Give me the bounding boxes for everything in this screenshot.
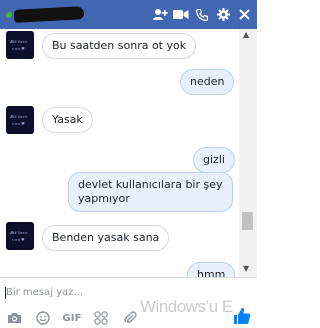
attachment-icon[interactable] [121,310,139,326]
emoji-icon[interactable] [34,310,52,326]
message-bubble-outgoing: devlet kullanıcılara bir şey yapmıyor [68,172,233,212]
add-user-icon[interactable] [151,6,169,23]
message-bubble-incoming: Yasak [42,107,93,133]
svg-text:ѵσυ ♥: ѵσυ ♥ [12,46,25,51]
camera-icon[interactable] [5,310,23,326]
message-bubble-outgoing: neden [180,69,235,95]
chat-scrollbar[interactable]: ▲ ▼ [239,29,257,277]
settings-icon[interactable] [214,6,232,23]
header-actions [151,6,253,23]
svg-text:Ꭿℓℓ ℓσѵε: Ꭿℓℓ ℓσѵε [9,114,27,119]
message-bubble-outgoing: hmm [187,262,236,277]
redaction-mark [13,6,85,23]
message-bubble-incoming: Benden yasak sana [42,225,170,251]
sticker-icon[interactable] [92,310,110,326]
message-input[interactable]: Bir mesaj yaz... [6,287,83,298]
svg-text:Ꭿℓℓ ℓσѵε: Ꭿℓℓ ℓσѵε [9,230,27,235]
video-call-icon[interactable] [172,6,190,23]
like-icon[interactable] [232,306,252,326]
close-icon[interactable] [235,6,253,23]
gif-label: GIF [62,312,82,324]
scroll-up-arrow-icon[interactable]: ▲ [243,31,249,39]
composer-toolbar: GIF [5,309,139,327]
svg-text:ѵσυ ♥: ѵσυ ♥ [12,237,25,242]
contact-name-redacted[interactable] [13,6,85,23]
phone-icon[interactable] [193,6,211,23]
online-status-dot [6,12,12,18]
message-bubble-outgoing: gizli [193,147,235,173]
windows-activation-watermark: Windows’u E [140,297,233,316]
contact-avatar[interactable]: Ꭿℓℓ ℓσѵε ѵσυ ♥ [6,31,34,59]
gif-icon[interactable]: GIF [62,310,82,326]
chat-header [0,0,257,29]
svg-text:Ꭿℓℓ ℓσѵε: Ꭿℓℓ ℓσѵε [9,39,27,44]
scroll-down-arrow-icon[interactable]: ▼ [243,265,249,273]
contact-avatar[interactable]: Ꭿℓℓ ℓσѵε ѵσυ ♥ [6,106,34,134]
contact-avatar[interactable]: Ꭿℓℓ ℓσѵε ѵσυ ♥ [6,222,34,250]
message-bubble-incoming: Bu saatden sonra ot yok [42,33,197,59]
scroll-thumb[interactable] [242,212,253,230]
message-list[interactable]: Ꭿℓℓ ℓσѵε ѵσυ ♥ Bu saatden sonra ot yok ne… [0,29,257,277]
svg-text:ѵσυ ♥: ѵσυ ♥ [12,121,25,126]
